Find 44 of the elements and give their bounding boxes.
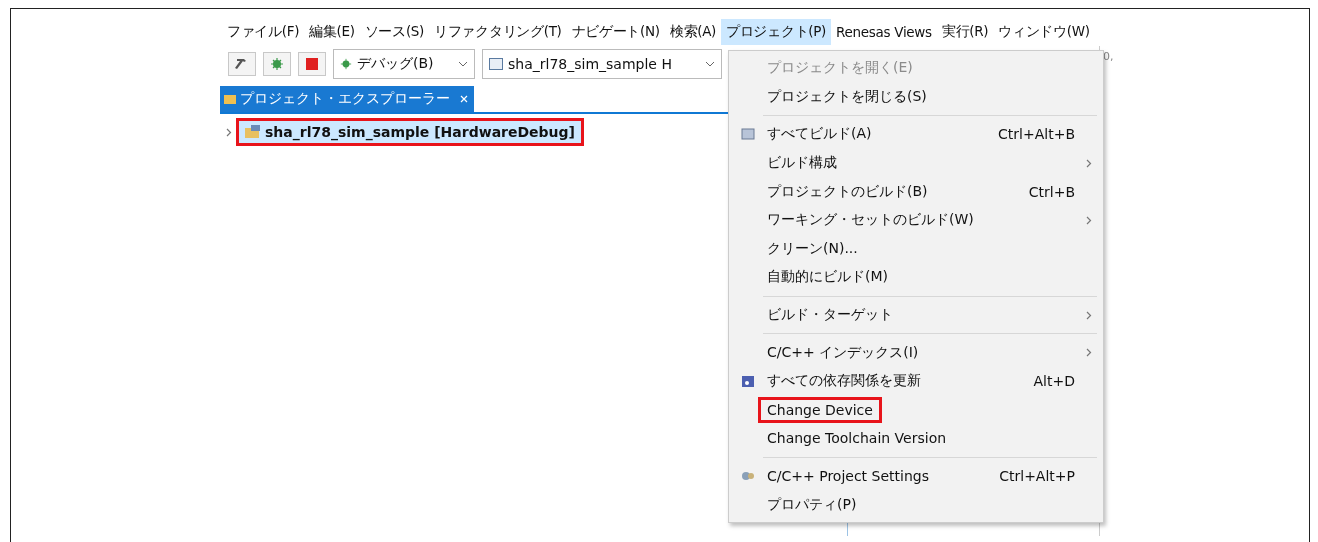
- menu-item[interactable]: すべての依存関係を更新 Alt+D: [729, 366, 1103, 396]
- binary-file-icon: [741, 128, 755, 141]
- refresh-icon: [741, 374, 755, 389]
- folder-icon: [224, 93, 236, 105]
- menu-item[interactable]: Change Device: [729, 395, 1103, 425]
- launch-dropdown[interactable]: sha_rl78_sim_sample H: [482, 49, 722, 79]
- window-icon: [489, 58, 503, 70]
- menu-item[interactable]: すべてビルド(A) Ctrl+Alt+B: [729, 120, 1103, 149]
- debug-button[interactable]: [263, 52, 291, 76]
- explorer-tab[interactable]: プロジェクト・エクスプローラー: [220, 86, 474, 112]
- menu-title[interactable]: ファイル(F): [222, 19, 305, 45]
- menu-title[interactable]: リファクタリング(T): [429, 19, 567, 45]
- menu-item[interactable]: クリーン(N)...: [729, 234, 1103, 264]
- menu-item[interactable]: プロパティ(P): [729, 490, 1103, 519]
- close-icon[interactable]: [460, 95, 468, 103]
- menu-title[interactable]: ナビゲート(N): [566, 19, 665, 45]
- stop-button[interactable]: [298, 52, 326, 76]
- build-button[interactable]: [228, 52, 256, 76]
- bug-icon: [270, 57, 284, 71]
- menu-item[interactable]: C/C++ インデックス(I): [729, 338, 1103, 367]
- project-tree-item[interactable]: sha_rl78_sim_sample [HardwareDebug]: [236, 118, 584, 146]
- menu-item[interactable]: プロジェクトのビルド(B) Ctrl+B: [729, 177, 1103, 206]
- chevron-down-icon: [705, 61, 715, 67]
- panel-text: 0,: [1103, 50, 1115, 63]
- stop-icon: [306, 58, 318, 70]
- bug-icon: [340, 58, 352, 70]
- menu-item[interactable]: ビルド構成: [729, 148, 1103, 178]
- menu-item[interactable]: ワーキング・セットのビルド(W): [729, 205, 1103, 235]
- chevron-down-icon: [458, 61, 468, 67]
- project-folder-icon: [245, 125, 261, 139]
- menu-title[interactable]: 検索(A): [664, 19, 722, 45]
- menu-item[interactable]: ビルド・ターゲット: [729, 300, 1103, 330]
- menu-title[interactable]: 編集(E): [304, 19, 360, 45]
- menu-title[interactable]: ソース(S): [359, 19, 430, 45]
- gears-icon: [740, 470, 756, 482]
- menu-item[interactable]: C/C++ Project Settings Ctrl+Alt+P: [729, 461, 1103, 491]
- menu-item[interactable]: プロジェクトを閉じる(S): [729, 82, 1103, 112]
- configuration-dropdown[interactable]: デバッグ(B): [333, 49, 475, 79]
- menu-title[interactable]: 実行(R): [936, 19, 994, 45]
- menu-title[interactable]: プロジェクト(P): [721, 19, 832, 45]
- menu-item[interactable]: 自動的にビルド(M): [729, 263, 1103, 292]
- menu-item[interactable]: Change Toolchain Version: [729, 424, 1103, 453]
- menu-title[interactable]: Renesas Views: [831, 20, 937, 44]
- menu-title[interactable]: ウィンドウ(W): [993, 19, 1095, 45]
